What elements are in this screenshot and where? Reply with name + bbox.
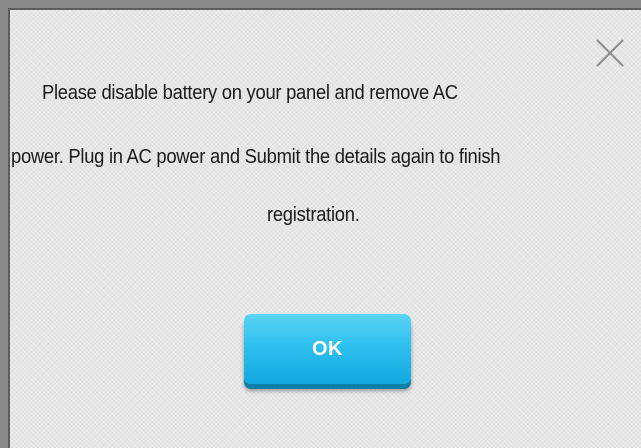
message-line-1: Please disable battery on your panel and… bbox=[42, 82, 458, 104]
message-line-2: power. Plug in AC power and Submit the d… bbox=[11, 146, 501, 168]
ok-button[interactable]: OK bbox=[244, 314, 411, 384]
message-line-3: registration. bbox=[267, 204, 360, 226]
close-button[interactable] bbox=[595, 38, 625, 68]
close-icon bbox=[596, 39, 624, 67]
registration-dialog: Please disable battery on your panel and… bbox=[8, 8, 641, 448]
